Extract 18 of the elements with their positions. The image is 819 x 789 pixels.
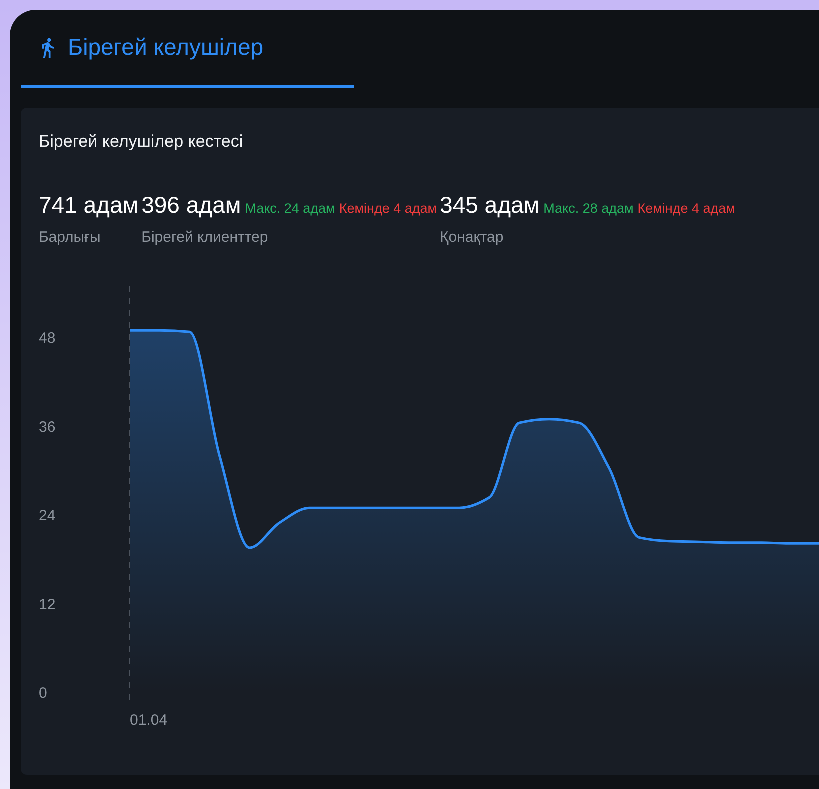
max-note: Макс. 24 адам — [245, 201, 336, 216]
stat-label: Бірегей клиенттер — [142, 229, 270, 246]
min-note: Кемінде 4 адам — [339, 201, 438, 216]
y-tick-label: 36 — [39, 418, 56, 436]
tab[interactable]: Бірегей келушілер — [21, 10, 354, 88]
x-axis-label: 01.04 — [130, 712, 168, 729]
stat-value: 345 адам — [440, 192, 540, 219]
y-tick-label: 12 — [39, 596, 56, 614]
stat-value: 741 адам — [39, 192, 139, 219]
stat-label: Қонақтар — [440, 229, 505, 246]
y-tick-label: 48 — [39, 330, 56, 347]
stat-value: 396 адам — [142, 192, 242, 219]
y-tick-label: 0 — [39, 685, 48, 702]
y-tick-label: 24 — [39, 508, 56, 524]
card-title: Бірегей келушілер кестесі — [39, 132, 244, 152]
min-note: Кемінде 4 адам — [638, 201, 736, 216]
max-note: Макс. 28 адам — [544, 201, 634, 216]
stat-label: Барлығы — [39, 229, 102, 246]
